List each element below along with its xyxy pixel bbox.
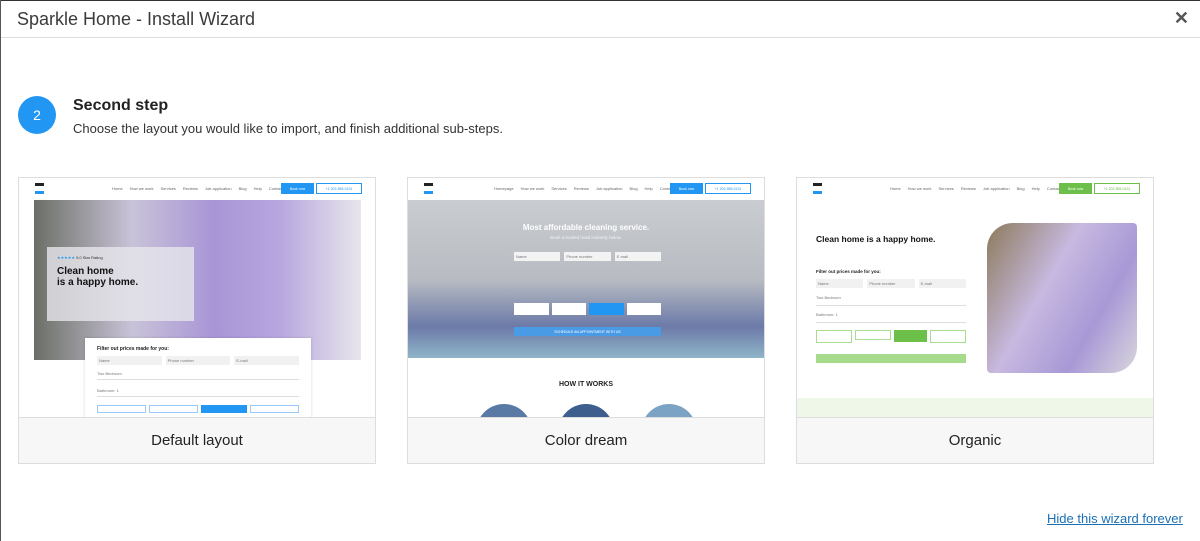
preview-hero-box: ★★★★★ 5.0 Star Rating Clean home is a ha… <box>47 247 194 321</box>
preview-section-title: HOW IT WORKS <box>558 381 614 388</box>
preview-fields: Name Phone number E-mail <box>514 252 661 261</box>
layout-label: Color dream <box>408 417 764 463</box>
preview-filter: Filter out prices made for you: <box>816 269 881 274</box>
logo-icon <box>35 183 44 194</box>
step-title: Second step <box>73 97 169 114</box>
layout-label: Organic <box>797 417 1153 463</box>
layout-preview-color-dream: Homepage How we work Services Reviews Job ap… <box>408 178 764 417</box>
preview-cta: SCHEDULE AN APPOINTMENT WITH US <box>514 327 661 336</box>
layout-card-organic[interactable]: Home How we work Services Reviews Job applic… <box>796 177 1154 464</box>
layout-card-default[interactable]: Home How we work Services Reviews Job applic… <box>18 177 376 464</box>
close-icon[interactable]: ✕ <box>1174 8 1189 29</box>
logo-icon <box>424 183 433 194</box>
preview-phone: +1 202-555-0131 <box>1094 183 1140 194</box>
preview-phone: +1 202-555-0131 <box>316 183 362 194</box>
step-number-badge: 2 <box>18 96 56 134</box>
layout-card-color-dream[interactable]: Homepage How we work Services Reviews Job ap… <box>407 177 765 464</box>
layout-preview-default: Home How we work Services Reviews Job applic… <box>19 178 375 417</box>
preview-book-button: Book now <box>1059 183 1092 194</box>
logo-icon <box>813 183 822 194</box>
layout-label: Default layout <box>19 417 375 463</box>
title-bar: Sparkle Home - Install Wizard ✕ <box>1 0 1200 38</box>
hide-wizard-link[interactable]: Hide this wizard forever <box>1047 511 1183 526</box>
preview-phone: +1 202-555-0131 <box>705 183 751 194</box>
preview-book-button: Book now <box>281 183 314 194</box>
preview-headline: Most affordable cleaning service. <box>522 223 650 232</box>
preview-book-button: Book now <box>670 183 703 194</box>
layout-preview-organic: Home How we work Services Reviews Job applic… <box>797 178 1153 417</box>
window-title: Sparkle Home - Install Wizard <box>17 9 256 29</box>
preview-subheadline: Book a trusted maid instantly below. <box>550 235 622 240</box>
preview-nav: Homepage How we work Services Reviews Job ap… <box>494 186 674 191</box>
preview-headline: Clean home is a happy home. <box>816 234 936 244</box>
preview-nav: Home How we work Services Reviews Job applic… <box>890 186 1061 191</box>
preview-hero-image <box>987 223 1137 373</box>
preview-filter-form: Filter out prices made for you: Name Phon… <box>85 338 311 417</box>
step-subtitle: Choose the layout you would like to impo… <box>73 121 503 136</box>
preview-nav: Home How we work Services Reviews Job applic… <box>112 186 283 191</box>
